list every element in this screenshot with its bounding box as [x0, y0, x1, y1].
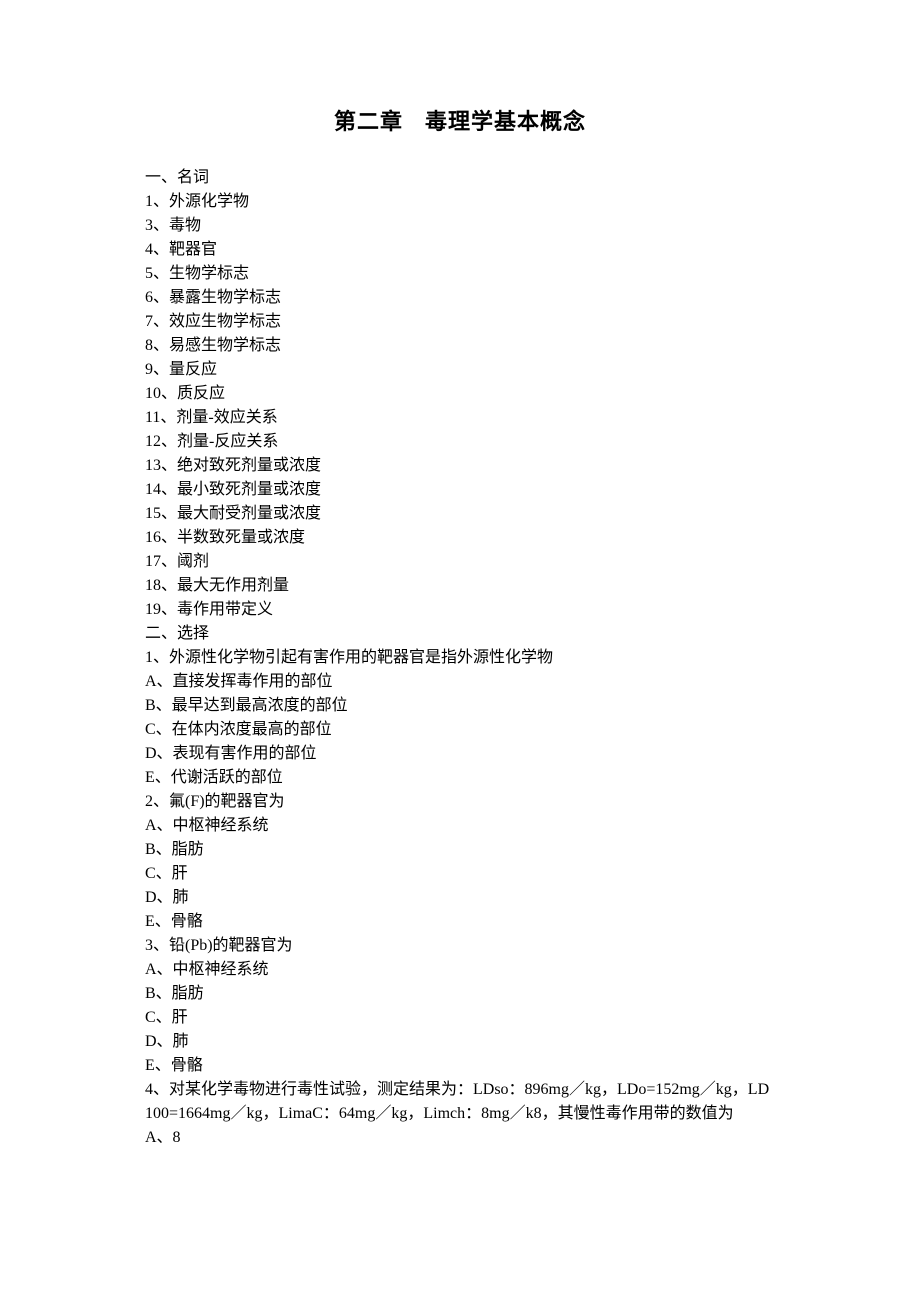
text-line: 1、外源性化学物引起有害作用的靶器官是指外源性化学物: [145, 646, 775, 670]
text-line: D、肺: [145, 886, 775, 910]
text-line: 二、选择: [145, 622, 775, 646]
text-line: 8、易感生物学标志: [145, 334, 775, 358]
text-line: 4、靶器官: [145, 238, 775, 262]
text-line: 18、最大无作用剂量: [145, 574, 775, 598]
text-line: A、8: [145, 1126, 775, 1150]
text-line: B、脂肪: [145, 838, 775, 862]
text-line: 11、剂量-效应关系: [145, 406, 775, 430]
text-line: B、脂肪: [145, 982, 775, 1006]
text-line: 12、剂量-反应关系: [145, 430, 775, 454]
text-line: 14、最小致死剂量或浓度: [145, 478, 775, 502]
title-chapter: 第二章: [334, 109, 403, 134]
text-line: 2、氟(F)的靶器官为: [145, 790, 775, 814]
text-line: C、在体内浓度最高的部位: [145, 718, 775, 742]
text-line: 1、外源化学物: [145, 190, 775, 214]
text-line: C、肝: [145, 1006, 775, 1030]
text-line: 16、半数致死量或浓度: [145, 526, 775, 550]
text-line: 13、绝对致死剂量或浓度: [145, 454, 775, 478]
text-line: D、肺: [145, 1030, 775, 1054]
title-subject: 毒理学基本概念: [425, 109, 586, 134]
text-line: E、代谢活跃的部位: [145, 766, 775, 790]
page-title: 第二章毒理学基本概念: [145, 105, 775, 138]
text-line: A、中枢神经系统: [145, 814, 775, 838]
text-line: C、肝: [145, 862, 775, 886]
text-line: 9、量反应: [145, 358, 775, 382]
text-line: 3、铅(Pb)的靶器官为: [145, 934, 775, 958]
text-line: 6、暴露生物学标志: [145, 286, 775, 310]
text-line: E、骨骼: [145, 910, 775, 934]
text-line: B、最早达到最高浓度的部位: [145, 694, 775, 718]
text-line: A、中枢神经系统: [145, 958, 775, 982]
text-line: 17、阈剂: [145, 550, 775, 574]
text-line: 7、效应生物学标志: [145, 310, 775, 334]
text-line: 19、毒作用带定义: [145, 598, 775, 622]
text-line: 10、质反应: [145, 382, 775, 406]
body-content: 一、名词1、外源化学物3、毒物4、靶器官5、生物学标志6、暴露生物学标志7、效应…: [145, 166, 775, 1150]
text-line: D、表现有害作用的部位: [145, 742, 775, 766]
text-line: E、骨骼: [145, 1054, 775, 1078]
text-line: 5、生物学标志: [145, 262, 775, 286]
text-line: 4、对某化学毒物进行毒性试验，测定结果为：LDso：896mg／kg，LDo=1…: [145, 1078, 775, 1126]
text-line: 3、毒物: [145, 214, 775, 238]
text-line: 一、名词: [145, 166, 775, 190]
text-line: A、直接发挥毒作用的部位: [145, 670, 775, 694]
text-line: 15、最大耐受剂量或浓度: [145, 502, 775, 526]
